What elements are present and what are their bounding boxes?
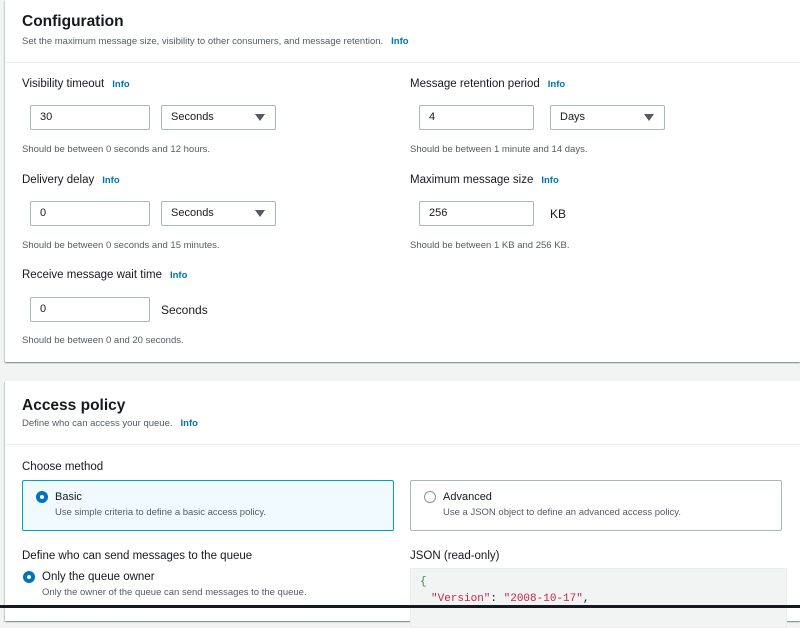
method-basic-tile[interactable]: Basic Use simple criteria to define a ba… [22, 480, 394, 531]
access-policy-header: Access policy Define who can access your… [5, 381, 800, 445]
access-policy-info-link[interactable]: Info [181, 418, 198, 429]
message-retention-label: Message retention period Info [410, 78, 565, 90]
delivery-delay-label: Delivery delay Info [22, 174, 120, 186]
senders-label: Define who can send messages to the queu… [22, 550, 253, 562]
access-policy-description-text: Define who can access your queue. [22, 418, 173, 429]
owner-option-description: Only the owner of the queue can send mes… [42, 587, 307, 598]
owner-option-title[interactable]: Only the queue owner [42, 571, 155, 583]
json-colon: : [490, 593, 504, 605]
json-label: JSON (read-only) [410, 550, 500, 562]
chevron-down-icon [644, 114, 654, 121]
message-retention-unit-value: Days [560, 111, 586, 123]
delivery-delay-hint: Should be between 0 seconds and 15 minut… [22, 240, 220, 251]
receive-wait-time-info-link[interactable]: Info [170, 270, 187, 281]
max-message-size-info-link[interactable]: Info [541, 175, 558, 186]
message-retention-label-text: Message retention period [410, 78, 540, 90]
method-advanced-tile[interactable]: Advanced Use a JSON object to define an … [410, 480, 782, 531]
visibility-timeout-hint: Should be between 0 seconds and 12 hours… [22, 144, 211, 155]
configuration-panel: Configuration Set the maximum message si… [5, 0, 800, 362]
json-version-value: "2008-10-17" [503, 593, 583, 605]
receive-wait-time-input[interactable]: 0 [30, 297, 150, 322]
json-comma: , [582, 593, 590, 605]
access-policy-panel: Access policy Define who can access your… [5, 381, 800, 628]
advanced-title: Advanced [443, 491, 492, 503]
delivery-delay-input[interactable]: 0 [30, 201, 150, 226]
advanced-description: Use a JSON object to define an advanced … [443, 507, 681, 518]
visibility-timeout-input[interactable]: 30 [30, 105, 150, 130]
delivery-delay-unit-select[interactable]: Seconds [161, 201, 276, 226]
configuration-info-link[interactable]: Info [391, 36, 408, 47]
access-policy-description: Define who can access your queue. Info [22, 418, 198, 429]
delivery-delay-unit-value: Seconds [171, 207, 214, 219]
owner-radio[interactable] [23, 571, 35, 583]
json-version-line: "Version": "2008-10-17", [431, 593, 589, 605]
message-retention-hint: Should be between 1 minute and 14 days. [410, 144, 588, 155]
json-open-brace: { [420, 576, 427, 588]
basic-radio[interactable] [36, 491, 48, 503]
access-policy-title: Access policy [22, 397, 126, 414]
visibility-timeout-unit-select[interactable]: Seconds [161, 105, 276, 130]
configuration-description-text: Set the maximum message size, visibility… [22, 36, 384, 47]
chevron-down-icon [255, 114, 265, 121]
visibility-timeout-info-link[interactable]: Info [112, 79, 129, 90]
receive-wait-time-label: Receive message wait time Info [22, 269, 187, 281]
visibility-timeout-label-text: Visibility timeout [22, 78, 105, 90]
message-retention-input[interactable]: 4 [419, 105, 534, 130]
max-message-size-hint: Should be between 1 KB and 256 KB. [410, 240, 570, 251]
json-viewer: { "Version": "2008-10-17", [410, 568, 787, 628]
advanced-radio[interactable] [424, 491, 436, 503]
message-retention-unit-select[interactable]: Days [550, 105, 665, 130]
max-message-size-label: Maximum message size Info [410, 174, 559, 186]
max-message-size-label-text: Maximum message size [410, 174, 534, 186]
max-message-size-input[interactable]: 256 [419, 201, 534, 226]
chevron-down-icon [255, 210, 265, 217]
receive-wait-time-label-text: Receive message wait time [22, 269, 162, 281]
configuration-description: Set the maximum message size, visibility… [22, 36, 409, 47]
receive-wait-time-hint: Should be between 0 and 20 seconds. [22, 335, 184, 346]
delivery-delay-info-link[interactable]: Info [102, 175, 119, 186]
configuration-title: Configuration [22, 13, 124, 30]
visibility-timeout-label: Visibility timeout Info [22, 78, 130, 90]
receive-wait-time-unit: Seconds [161, 303, 208, 317]
json-version-key: "Version" [431, 593, 491, 605]
delivery-delay-label-text: Delivery delay [22, 174, 95, 186]
configuration-header: Configuration Set the maximum message si… [5, 0, 800, 63]
message-retention-info-link[interactable]: Info [548, 79, 565, 90]
basic-title: Basic [55, 491, 82, 503]
visibility-timeout-unit-value: Seconds [171, 111, 214, 123]
choose-method-label: Choose method [22, 461, 104, 473]
max-message-size-unit: KB [550, 207, 567, 221]
basic-description: Use simple criteria to define a basic ac… [55, 507, 267, 518]
